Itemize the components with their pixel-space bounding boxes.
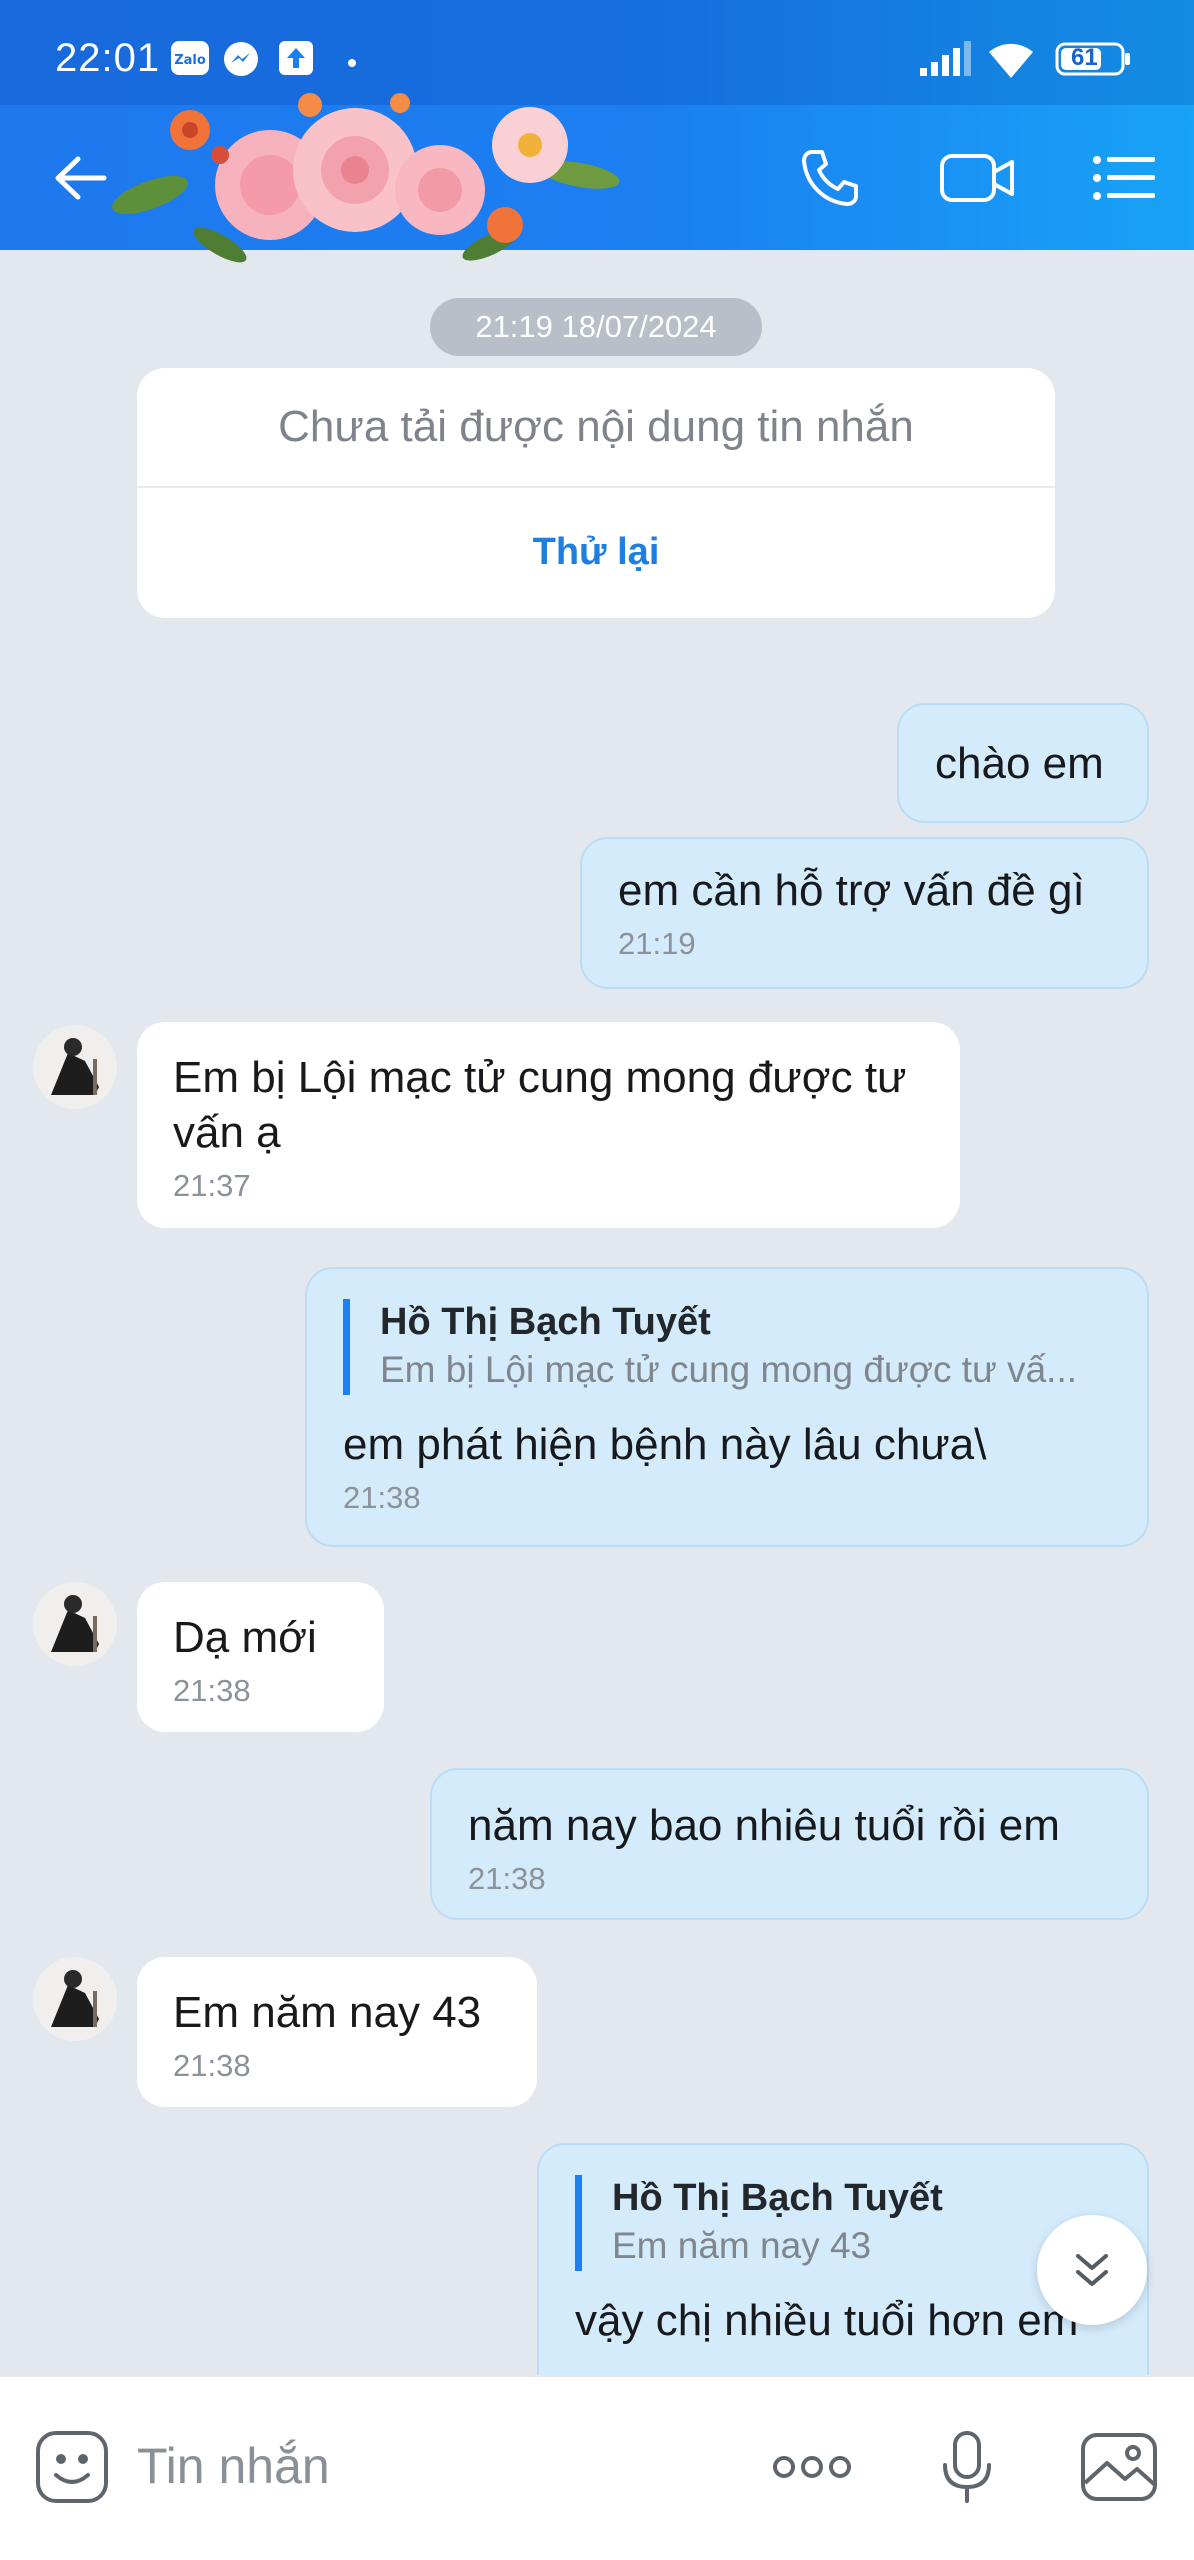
contact-photo bbox=[33, 1025, 117, 1109]
signal-icon bbox=[918, 40, 974, 83]
load-error-card: Chưa tải được nội dung tin nhắn Thử lại bbox=[137, 368, 1055, 618]
message-bubble-incoming[interactable]: Em năm nay 43 21:38 bbox=[137, 1957, 537, 2107]
quote-text: Em bị Lội mạc tử cung mong được tư vấ... bbox=[380, 1349, 1078, 1390]
message-text: chào em bbox=[935, 738, 1104, 788]
contact-photo bbox=[33, 1957, 117, 2041]
quote-author: Hồ Thị Bạch Tuyết bbox=[612, 2177, 943, 2219]
image-icon bbox=[1081, 2433, 1157, 2501]
message-text: Dạ mới bbox=[173, 1613, 317, 1662]
svg-text:Zalo: Zalo bbox=[174, 53, 206, 68]
double-chevron-down-icon bbox=[1076, 2254, 1108, 2286]
message-bubble-outgoing[interactable]: Hồ Thị Bạch Tuyết Em bị Lội mạc tử cung … bbox=[305, 1267, 1149, 1547]
voice-message-button[interactable] bbox=[917, 2417, 1017, 2517]
message-text: năm nay bao nhiêu tuổi rồi em bbox=[468, 1801, 1060, 1850]
message-text: vậy chị nhiều tuổi hơn em bbox=[575, 2296, 1079, 2345]
microphone-icon bbox=[943, 2431, 991, 2503]
avatar[interactable] bbox=[33, 1582, 117, 1666]
message-composer: Tin nhắn bbox=[0, 2375, 1194, 2560]
arrow-left-icon bbox=[55, 156, 107, 199]
message-time: 21:19 bbox=[618, 926, 696, 961]
scroll-to-bottom-button[interactable] bbox=[1037, 2215, 1147, 2325]
chat-thread[interactable]: 21:19 18/07/2024 Chưa tải được nội dung … bbox=[0, 250, 1194, 2375]
message-time: 21:38 bbox=[468, 1861, 546, 1896]
more-icon bbox=[773, 2456, 851, 2478]
message-time: 21:37 bbox=[173, 1168, 251, 1203]
sticker-icon bbox=[36, 2431, 108, 2503]
retry-button[interactable]: Thử lại bbox=[137, 488, 1055, 616]
message-text: Em năm nay 43 bbox=[173, 1988, 482, 2037]
quote-author: Hồ Thị Bạch Tuyết bbox=[380, 1301, 711, 1343]
send-image-button[interactable] bbox=[1069, 2417, 1169, 2517]
message-bubble-incoming[interactable]: Em bị Lội mạc tử cung mong được tư vấn ạ… bbox=[137, 1022, 960, 1228]
reply-quote[interactable]: Hồ Thị Bạch Tuyết Em bị Lội mạc tử cung … bbox=[343, 1299, 1111, 1395]
message-text: em cần hỗ trợ vấn đề gì bbox=[618, 866, 1085, 915]
header-bar: 22:01 Zalo 61 bbox=[0, 0, 1194, 263]
avatar[interactable] bbox=[33, 1025, 117, 1109]
wifi-icon bbox=[985, 38, 1037, 85]
message-text: em phát hiện bệnh này lâu chưa\ bbox=[343, 1420, 987, 1469]
message-input[interactable]: Tin nhắn bbox=[137, 2437, 330, 2495]
message-time: 21:38 bbox=[173, 1673, 251, 1708]
quote-text: Em năm nay 43 bbox=[612, 2225, 872, 2266]
date-separator: 21:19 18/07/2024 bbox=[430, 298, 762, 356]
message-time: 21:38 bbox=[173, 2048, 251, 2083]
message-bubble-outgoing[interactable]: năm nay bao nhiêu tuổi rồi em 21:38 bbox=[430, 1768, 1149, 1920]
chat-options-button[interactable] bbox=[1064, 105, 1184, 250]
load-error-message: Chưa tải được nội dung tin nhắn bbox=[137, 368, 1055, 488]
reply-quote[interactable]: Hồ Thị Bạch Tuyết Em năm nay 43 bbox=[575, 2175, 1111, 2271]
list-menu-icon bbox=[1093, 155, 1155, 200]
battery-level: 61 bbox=[1071, 44, 1098, 71]
phone-icon bbox=[802, 149, 858, 206]
message-bubble-outgoing[interactable]: em cần hỗ trợ vấn đề gì 21:19 bbox=[580, 837, 1149, 989]
back-button[interactable] bbox=[20, 105, 140, 250]
video-call-icon bbox=[940, 153, 1014, 202]
avatar[interactable] bbox=[33, 1957, 117, 2041]
message-text: Em bị Lội mạc tử cung mong được tư vấn ạ bbox=[173, 1053, 907, 1157]
voice-call-button[interactable] bbox=[770, 105, 890, 250]
more-options-button[interactable] bbox=[762, 2417, 862, 2517]
message-time: 21:38 bbox=[343, 1480, 421, 1515]
chat-navbar bbox=[0, 105, 1194, 250]
contact-photo bbox=[33, 1582, 117, 1666]
sticker-button[interactable] bbox=[22, 2417, 122, 2517]
notification-dot bbox=[348, 54, 356, 72]
message-bubble-incoming[interactable]: Dạ mới 21:38 bbox=[137, 1582, 384, 1732]
message-bubble-outgoing[interactable]: chào em bbox=[897, 703, 1149, 823]
video-call-button[interactable] bbox=[918, 105, 1038, 250]
